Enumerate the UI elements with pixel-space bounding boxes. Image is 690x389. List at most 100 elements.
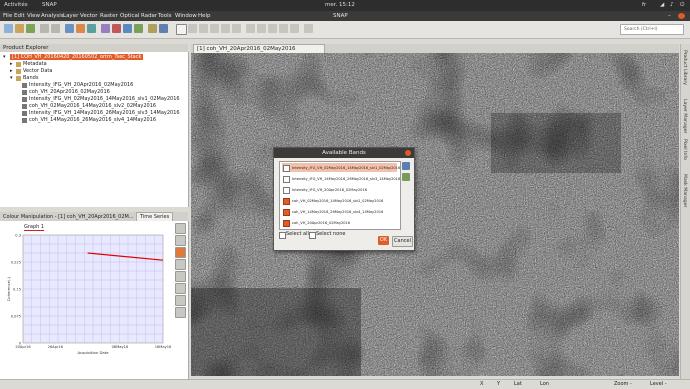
filter-bands-icon[interactable] (402, 173, 410, 181)
menu-file[interactable]: File (3, 13, 12, 19)
menu-help[interactable]: Help (198, 13, 211, 19)
draw-polygon-icon[interactable] (279, 24, 288, 33)
y-tick-label: 0.225 (11, 261, 21, 265)
x-tick-label: 20Apr16 (15, 345, 31, 349)
zoom-all-icon[interactable] (175, 283, 186, 294)
tab-layer-manager[interactable]: Layer Manager (682, 99, 687, 133)
select-all-checkbox[interactable] (279, 232, 286, 239)
folder-icon (16, 76, 21, 81)
select-none-checkbox[interactable] (309, 232, 316, 239)
add-graph-icon[interactable] (175, 247, 186, 258)
gcp-tool-icon[interactable] (221, 24, 230, 33)
power-icon[interactable]: ⏻ (680, 2, 684, 9)
refresh-icon[interactable] (175, 223, 186, 234)
sar-image-canvas[interactable] (191, 53, 679, 376)
undo-icon[interactable] (40, 24, 49, 33)
menu-layer[interactable]: Layer (63, 13, 78, 19)
histogram-icon[interactable] (112, 24, 121, 33)
open-product-icon[interactable] (4, 24, 13, 33)
menu-raster[interactable]: Raster (100, 13, 118, 19)
tab-mask-manager[interactable]: Mask Manager (682, 174, 687, 207)
clock[interactable]: mer. 15:12 (325, 2, 355, 8)
list-item[interactable]: Intensity_IFG_VH_20Apr2016_02May2016 (282, 185, 397, 194)
checkbox[interactable] (283, 198, 290, 205)
draw-ellipse-icon[interactable] (290, 24, 299, 33)
expand-icon[interactable]: ▾ (3, 54, 6, 60)
checkbox[interactable] (283, 187, 290, 194)
app-menu[interactable]: SNAP (42, 2, 57, 8)
status-level: Level - (650, 381, 667, 387)
expand-icon[interactable]: ▾ (10, 75, 13, 81)
product-explorer-tree: ▾ [1] COH_VH_20160420_20160502_ortm_Tsec… (0, 52, 189, 207)
menu-view[interactable]: View (27, 13, 40, 19)
profile-plot-icon[interactable] (134, 24, 143, 33)
expand-icon[interactable]: ▸ (10, 61, 13, 67)
expand-icon[interactable]: ▸ (10, 68, 13, 74)
folder-icon (16, 69, 21, 74)
export-icon[interactable] (175, 295, 186, 306)
band-icon (22, 104, 27, 109)
select-tool-icon[interactable] (176, 24, 187, 35)
menu-vector[interactable]: Vector (80, 13, 98, 19)
zoom-in-icon[interactable] (175, 259, 186, 270)
window-title: SNAP (333, 13, 348, 19)
y-tick-label: 0.3 (15, 234, 21, 238)
list-item[interactable]: coh_VH_02May2016_14May2016_slv2_02May201… (282, 196, 397, 205)
pan-tool-icon[interactable] (188, 24, 197, 33)
menu-tools[interactable]: Tools (158, 13, 172, 19)
statistics-icon[interactable] (101, 24, 110, 33)
list-item[interactable]: Intensity_IFG_VH_02May2016_14May2016_slv… (282, 163, 400, 172)
menu-radar[interactable]: Radar (141, 13, 157, 19)
checkbox[interactable] (283, 176, 290, 183)
open-folder-icon[interactable] (15, 24, 24, 33)
help-icon[interactable] (175, 307, 186, 318)
keyboard-layout[interactable]: fr (642, 2, 646, 8)
cancel-button[interactable]: Cancel (392, 236, 413, 247)
close-window-icon[interactable] (678, 13, 685, 19)
draw-line-icon[interactable] (246, 24, 255, 33)
world-map-icon[interactable] (148, 24, 157, 33)
network-icon[interactable]: ◢ (660, 2, 664, 8)
checkbox[interactable] (283, 165, 290, 172)
pin-tool-icon[interactable] (210, 24, 219, 33)
band-maths-icon[interactable] (65, 24, 74, 33)
menu-window[interactable]: Window (175, 13, 197, 19)
search-input[interactable]: Search (Ctrl+I) (620, 24, 684, 35)
status-x: X (480, 381, 484, 387)
save-icon[interactable] (26, 24, 35, 33)
menu-optical[interactable]: Optical (120, 13, 139, 19)
zoom-out-icon[interactable] (175, 271, 186, 282)
graph-builder-icon[interactable] (76, 24, 85, 33)
ok-button[interactable]: OK (378, 236, 389, 245)
settings-icon[interactable] (175, 235, 186, 246)
band-icon (22, 83, 27, 88)
list-item[interactable]: coh_VH_20Apr2016_02May2016 (282, 218, 397, 227)
checkbox[interactable] (283, 209, 290, 216)
scatter-plot-icon[interactable] (123, 24, 132, 33)
tab-product-library[interactable]: Product Library (682, 50, 687, 85)
draw-rectangle-icon[interactable] (268, 24, 277, 33)
zoom-tool-icon[interactable] (199, 24, 208, 33)
range-finder-icon[interactable] (232, 24, 241, 33)
menu-edit[interactable]: Edit (14, 13, 25, 19)
magic-wand-icon[interactable] (304, 24, 313, 33)
list-item[interactable]: coh_VH_14May2016_26May2016_slv4_14May201… (282, 207, 397, 216)
redo-icon[interactable] (51, 24, 60, 33)
tab-colour-manipulation[interactable]: Colour Manipulation - [1] coh_VH_20Apr20… (3, 214, 134, 220)
tree-product-node[interactable]: ▾ [1] COH_VH_20160420_20160502_ortm_Tsec… (0, 54, 188, 61)
menu-analysis[interactable]: Analysis (41, 13, 64, 19)
band-icon (22, 90, 27, 95)
list-item[interactable]: Intensity_IFG_VH_14May2016_26May2016_slv… (282, 174, 400, 183)
checkbox[interactable] (283, 220, 290, 227)
select-bands-icon[interactable] (402, 162, 410, 170)
draw-polyline-icon[interactable] (257, 24, 266, 33)
world-wind-icon[interactable] (159, 24, 168, 33)
activities-button[interactable]: Activités (4, 2, 28, 8)
x-tick-label: 16May16 (155, 345, 172, 349)
band-icon (22, 118, 27, 123)
tab-pixel-info[interactable]: Pixel Info (682, 139, 687, 160)
volume-icon[interactable]: ♪ (670, 2, 674, 8)
batch-processing-icon[interactable] (87, 24, 96, 33)
close-icon[interactable] (405, 150, 411, 156)
minimize-icon[interactable]: – (668, 13, 671, 19)
